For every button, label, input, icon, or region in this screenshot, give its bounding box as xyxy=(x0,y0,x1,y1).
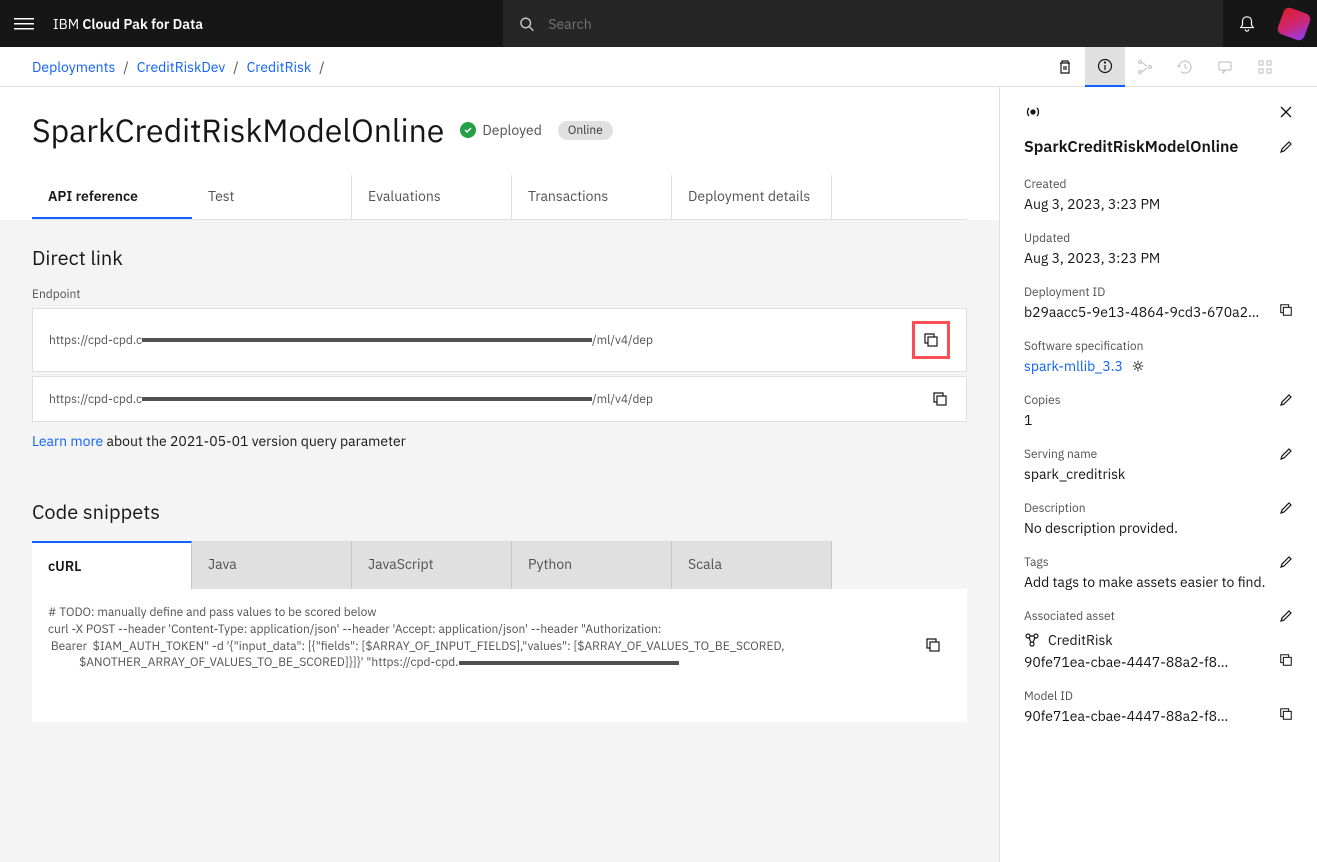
content-area: SparkCreditRiskModelOnline Deployed Onli… xyxy=(0,87,999,862)
status-badge: Deployed xyxy=(460,121,542,139)
learn-more-link[interactable]: Learn more xyxy=(32,432,103,450)
endpoint-2: https://cpd-cpd.c/ml/v4/dep xyxy=(32,376,967,422)
copy-endpoint-2-button[interactable] xyxy=(930,389,950,409)
top-header: IBM Cloud Pak for Data xyxy=(0,0,1317,47)
model-icon xyxy=(1024,632,1040,648)
tab-deployment-details[interactable]: Deployment details xyxy=(672,175,832,219)
endpoint-1: https://cpd-cpd.c/ml/v4/dep xyxy=(32,308,967,372)
search-input[interactable] xyxy=(548,15,1207,33)
flow-icon xyxy=(1125,47,1165,87)
endpoint-label: Endpoint xyxy=(32,287,967,302)
model-id-value: 90fe71ea-cbae-4447-88a2-f8… xyxy=(1024,707,1228,725)
code-snippets-heading: Code snippets xyxy=(32,498,967,525)
tags-value: Add tags to make assets easier to find. xyxy=(1024,573,1293,591)
chat-icon xyxy=(1205,47,1245,87)
menu-button[interactable] xyxy=(0,0,47,47)
tab-api-reference[interactable]: API reference xyxy=(32,175,192,219)
deployment-id-value: b29aacc5-9e13-4864-9cd3-670a2… xyxy=(1024,303,1259,321)
copy-endpoint-1-button[interactable] xyxy=(912,321,950,359)
qr-icon xyxy=(1245,47,1285,87)
gear-icon xyxy=(1131,359,1145,373)
snippet-tab-python[interactable]: Python xyxy=(512,541,672,589)
breadcrumb-creditriskdev[interactable]: CreditRiskDev xyxy=(137,58,226,76)
updated-value: Aug 3, 2023, 3:23 PM xyxy=(1024,249,1293,267)
asset-id-value: 90fe71ea-cbae-4447-88a2-f8… xyxy=(1024,653,1228,671)
broadcast-icon xyxy=(1024,103,1042,121)
close-panel-button[interactable] xyxy=(1279,105,1293,119)
brand-avatar[interactable] xyxy=(1270,0,1317,47)
breadcrumb-bar: Deployments / CreditRiskDev / CreditRisk… xyxy=(0,47,1317,87)
copy-deployment-id-button[interactable] xyxy=(1279,303,1293,317)
serving-name-value: spark_creditrisk xyxy=(1024,465,1293,483)
page-title: SparkCreditRiskModelOnline xyxy=(32,109,444,151)
search-icon xyxy=(519,16,534,32)
edit-serving-name-button[interactable] xyxy=(1279,447,1293,461)
edit-asset-button[interactable] xyxy=(1279,609,1293,623)
edit-copies-button[interactable] xyxy=(1279,393,1293,407)
snippet-tab-javascript[interactable]: JavaScript xyxy=(352,541,512,589)
history-icon xyxy=(1165,47,1205,87)
snippet-tab-curl[interactable]: cURL xyxy=(32,541,192,589)
copy-model-id-button[interactable] xyxy=(1279,707,1293,721)
tab-test[interactable]: Test xyxy=(192,175,352,219)
description-value: No description provided. xyxy=(1024,519,1293,537)
software-spec-link[interactable]: spark-mllib_3.3 xyxy=(1024,357,1123,375)
copies-value: 1 xyxy=(1024,411,1293,429)
edit-title-button[interactable] xyxy=(1279,140,1293,154)
snippet-tab-java[interactable]: Java xyxy=(192,541,352,589)
snippet-tab-scala[interactable]: Scala xyxy=(672,541,832,589)
edit-description-button[interactable] xyxy=(1279,501,1293,515)
asset-name-value: CreditRisk xyxy=(1048,631,1113,649)
breadcrumb-creditrisk[interactable]: CreditRisk xyxy=(247,58,312,76)
panel-title: SparkCreditRiskModelOnline xyxy=(1024,137,1238,157)
main-tabs: API reference Test Evaluations Transacti… xyxy=(32,175,967,220)
breadcrumb-deployments[interactable]: Deployments xyxy=(32,58,115,76)
created-value: Aug 3, 2023, 3:23 PM xyxy=(1024,195,1293,213)
notifications-icon[interactable] xyxy=(1223,0,1270,47)
edit-tags-button[interactable] xyxy=(1279,555,1293,569)
search-bar xyxy=(503,0,1223,47)
toolbar xyxy=(1045,47,1285,87)
endpoint-help: Learn more about the 2021-05-01 version … xyxy=(32,432,967,450)
mode-pill: Online xyxy=(558,121,613,140)
info-panel: SparkCreditRiskModelOnline Created Aug 3… xyxy=(999,87,1317,862)
tab-transactions[interactable]: Transactions xyxy=(512,175,672,219)
copy-asset-id-button[interactable] xyxy=(1279,653,1293,667)
code-block: # TODO: manually define and pass values … xyxy=(32,589,967,722)
tab-evaluations[interactable]: Evaluations xyxy=(352,175,512,219)
info-icon[interactable] xyxy=(1085,47,1125,87)
direct-link-heading: Direct link xyxy=(32,244,967,271)
delete-icon[interactable] xyxy=(1045,47,1085,87)
brand-label: IBM Cloud Pak for Data xyxy=(47,15,203,33)
copy-code-button[interactable] xyxy=(923,601,955,688)
